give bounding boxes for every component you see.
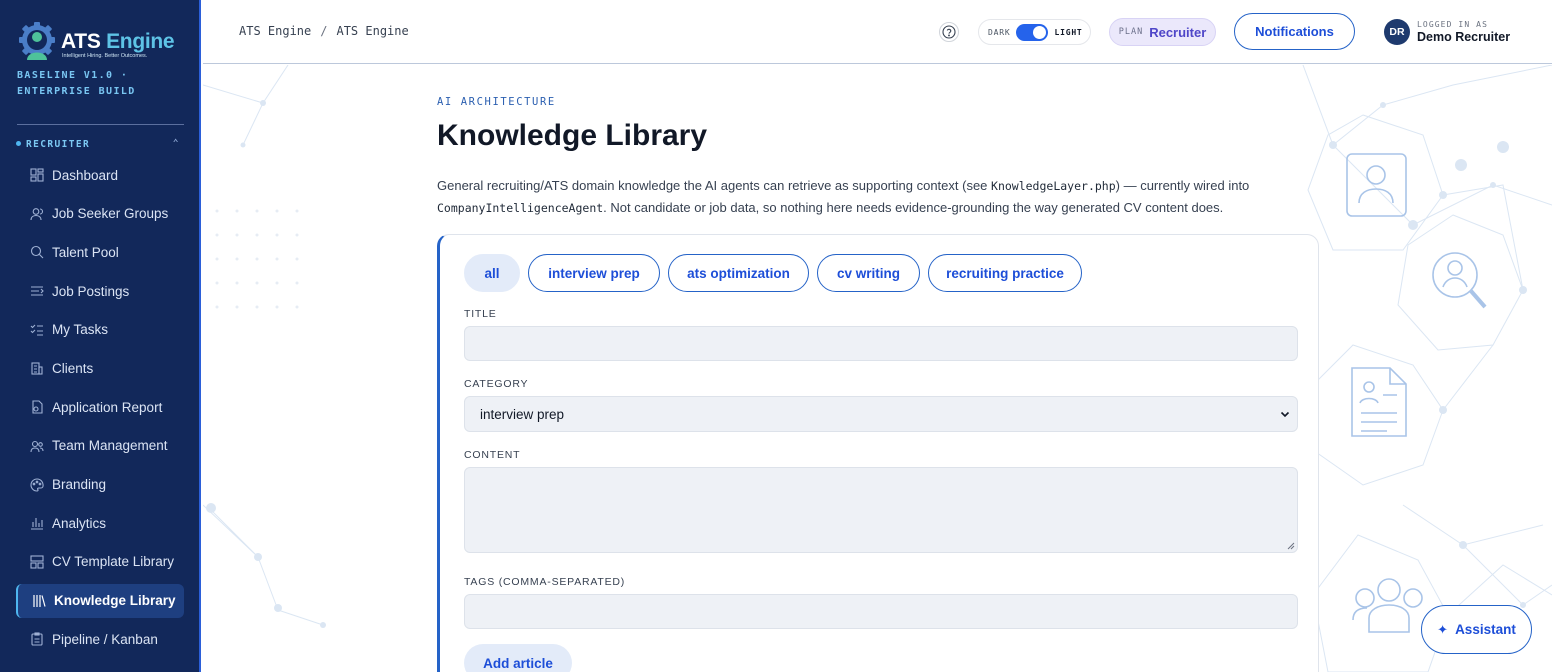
sidebar-item-team-management[interactable]: Team Management (16, 429, 184, 463)
filter-tab-recruiting-practice[interactable]: recruiting practice (928, 254, 1082, 292)
app-logo[interactable]: ATS Engine Intelligent Hiring. Better Ou… (17, 22, 175, 66)
page-title: Knowledge Library (437, 119, 708, 152)
sidebar-item-branding[interactable]: Branding (16, 468, 184, 502)
category-filter-tabs: all interview prep ats optimization cv w… (464, 254, 1090, 292)
filter-tab-cv-writing[interactable]: cv writing (817, 254, 920, 292)
filter-tab-interview-prep[interactable]: interview prep (528, 254, 660, 292)
tags-input[interactable] (464, 594, 1298, 629)
sidebar-nav: Dashboard Job Seeker Groups Talent Pool … (16, 158, 184, 661)
code-snippet: CompanyIntelligenceAgent (437, 201, 604, 215)
breadcrumb: ATS Engine / ATS Engine (239, 24, 409, 38)
avatar[interactable]: DR (1384, 19, 1410, 45)
sidebar-item-application-report[interactable]: Application Report (16, 390, 184, 424)
sidebar-divider (17, 124, 184, 125)
theme-dark-label: DARK (988, 27, 1011, 37)
theme-toggle[interactable] (1016, 23, 1049, 41)
section-dot-icon (16, 141, 21, 146)
team-icon (30, 439, 44, 453)
sidebar-item-talent-pool[interactable]: Talent Pool (16, 235, 184, 269)
plan-label: PLAN (1118, 27, 1144, 37)
sidebar-item-cv-template-library[interactable]: CV Template Library (16, 545, 184, 579)
plan-value: Recruiter (1149, 24, 1207, 40)
title-label: TITLE (464, 308, 497, 320)
palette-icon (30, 477, 44, 492)
filter-tab-ats-optimization[interactable]: ats optimization (668, 254, 809, 292)
sidebar-item-job-seeker-groups[interactable]: Job Seeker Groups (16, 197, 184, 231)
sidebar: ATS Engine Intelligent Hiring. Better Ou… (0, 0, 201, 672)
content-label: CONTENT (464, 449, 521, 461)
logo-tagline: Intelligent Hiring. Better Outcomes. (62, 53, 148, 59)
sidebar-section-recruiter[interactable]: RECRUITER ⌃ (16, 138, 184, 153)
logged-in-label: LOGGED IN AS (1417, 20, 1488, 29)
search-icon (30, 245, 44, 259)
breadcrumb-separator: / (320, 24, 328, 38)
bar-chart-icon (30, 516, 44, 530)
sidebar-item-pipeline-kanban[interactable]: Pipeline / Kanban (16, 622, 184, 656)
breadcrumb-item-current: ATS Engine (336, 24, 409, 38)
add-article-button[interactable]: Add article (464, 644, 572, 672)
dashboard-icon (30, 168, 44, 182)
user-info[interactable]: LOGGED IN AS Demo Recruiter (1417, 20, 1510, 44)
category-selected-value: interview prep (480, 406, 565, 422)
page-description: General recruiting/ATS domain knowledge … (437, 178, 1250, 215)
clipboard-icon (30, 632, 44, 646)
sidebar-item-clients[interactable]: Clients (16, 351, 184, 385)
title-input[interactable] (464, 326, 1298, 361)
sparkle-icon: ✦ (1437, 621, 1449, 637)
tags-label: TAGS (COMMA-SEPARATED) (464, 576, 626, 588)
user-name: Demo Recruiter (1417, 30, 1511, 44)
template-icon (30, 555, 44, 569)
build-label: BASELINE V1.0 · ENTERPRISE BUILD (17, 70, 136, 97)
content-textarea[interactable] (464, 467, 1298, 553)
theme-switch[interactable]: DARK LIGHT (978, 19, 1091, 45)
tasks-icon (30, 323, 44, 337)
sidebar-item-dashboard[interactable]: Dashboard (16, 158, 184, 192)
plan-badge: PLAN Recruiter (1109, 18, 1216, 46)
postings-icon (30, 284, 44, 298)
sidebar-item-my-tasks[interactable]: My Tasks (16, 313, 184, 347)
top-bar: ATS Engine / ATS Engine DARK LIGHT PLAN Re… (203, 0, 1552, 64)
resize-handle-icon[interactable] (1287, 542, 1295, 550)
category-label: CATEGORY (464, 378, 529, 390)
category-select[interactable]: interview prep (464, 396, 1298, 432)
users-icon (30, 207, 44, 221)
help-button[interactable] (939, 22, 959, 42)
assistant-button[interactable]: ✦ Assistant (1421, 605, 1532, 654)
report-icon (30, 400, 44, 414)
question-circle-icon (942, 25, 956, 39)
page-eyebrow: AI ARCHITECTURE (437, 96, 556, 108)
logo-wordmark: ATS Engine (61, 30, 175, 53)
code-snippet: KnowledgeLayer.php (991, 179, 1116, 193)
knowledge-form-card: all interview prep ats optimization cv w… (437, 234, 1319, 672)
toggle-knob (1033, 25, 1047, 39)
notifications-button[interactable]: Notifications (1234, 13, 1355, 50)
breadcrumb-item[interactable]: ATS Engine (239, 24, 311, 38)
gear-person-logo-icon (19, 22, 55, 60)
filter-tab-all[interactable]: all (464, 254, 520, 292)
sidebar-item-knowledge-library[interactable]: Knowledge Library (16, 583, 184, 618)
chevron-down-icon (1280, 411, 1290, 418)
sidebar-item-job-postings[interactable]: Job Postings (16, 274, 184, 308)
building-icon (30, 361, 44, 375)
chevron-up-icon: ⌃ (172, 138, 180, 149)
theme-light-label: LIGHT (1054, 27, 1083, 37)
sidebar-item-analytics[interactable]: Analytics (16, 506, 184, 540)
library-icon (32, 594, 46, 608)
